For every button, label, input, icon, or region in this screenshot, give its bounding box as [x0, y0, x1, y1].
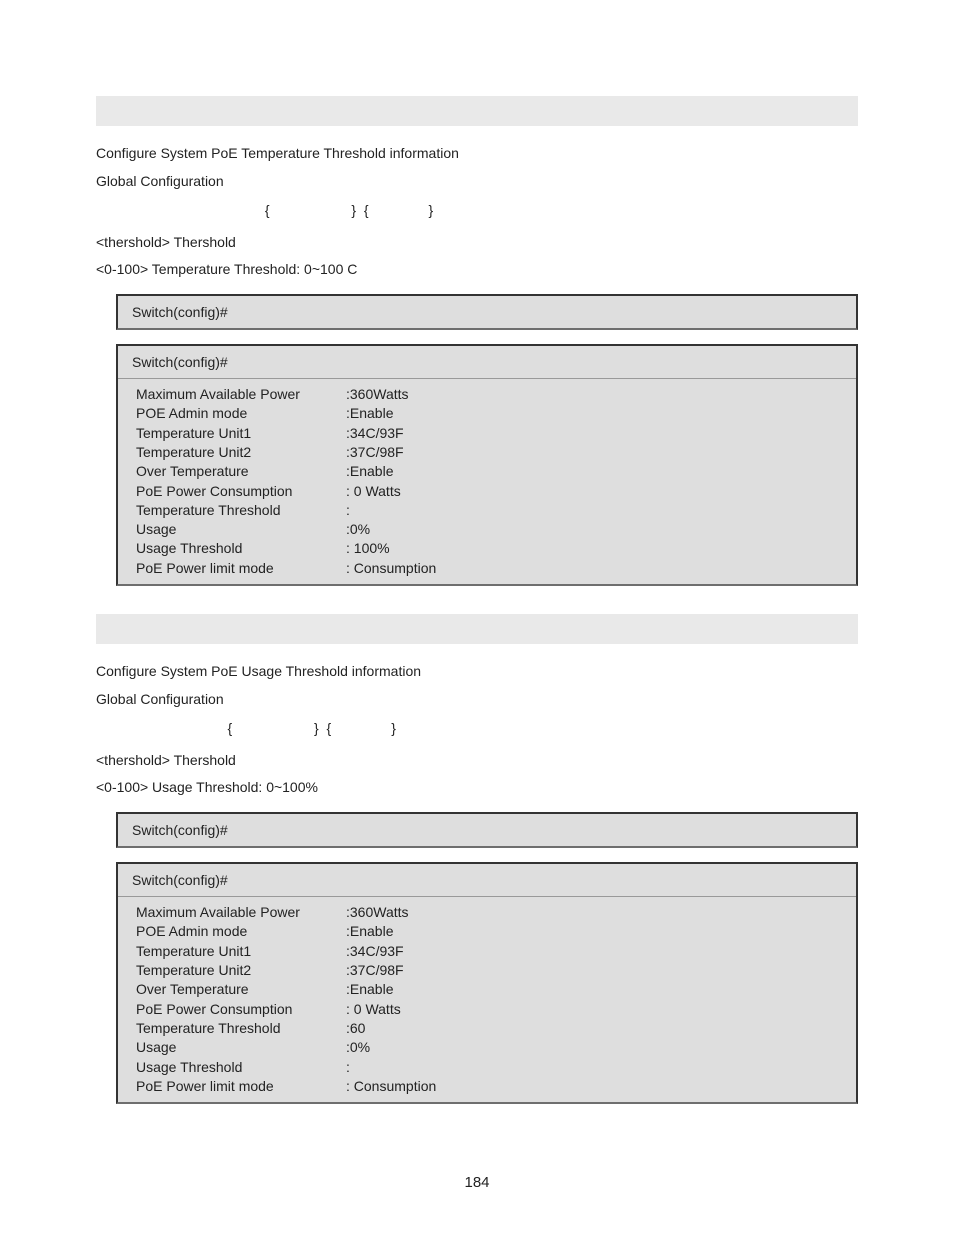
terminal-prompt: Switch(config)# show poe system status [118, 346, 856, 379]
section-description: Configure System PoE Temperature Thresho… [96, 144, 858, 164]
argument-line: <thershold> Thershold [96, 751, 858, 771]
section-banner [96, 96, 858, 126]
terminal-prompt: Switch(config)# poe usage-threshold 60 [118, 814, 856, 846]
section-banner [96, 614, 858, 644]
syntax-line: poe temperature-threshold { <thershold> … [96, 201, 858, 221]
output-row: Temperature Threshold: [136, 501, 838, 520]
terminal-output: Maximum Available Power:360Watts POE Adm… [118, 897, 856, 1102]
terminal-prompt: Switch(config)# poe temperature-threshol… [118, 296, 856, 328]
output-row: Usage:0% [136, 520, 838, 539]
output-row: Usage Threshold: 100% [136, 539, 838, 558]
output-row: Temperature Threshold:60 [136, 1019, 838, 1038]
output-row: PoE Power limit mode: Consumption [136, 559, 838, 578]
terminal-command-box: Switch(config)# poe temperature-threshol… [116, 294, 858, 330]
terminal-output-box: Switch(config)# show poe system status M… [116, 344, 858, 586]
output-row: Usage:0% [136, 1038, 838, 1057]
output-row: POE Admin mode:Enable [136, 922, 838, 941]
output-row: Over Temperature:Enable [136, 462, 838, 481]
page-content: Configure System PoE Temperature Thresho… [0, 0, 954, 1231]
section-mode: Global Configuration [96, 690, 858, 710]
output-row: PoE Power Consumption: 0 Watts [136, 1000, 838, 1019]
argument-line: <0-100> Temperature Threshold: 0~100 C [96, 260, 858, 280]
page-number: 184 [96, 1174, 858, 1191]
argument-line: <0-100> Usage Threshold: 0~100% [96, 778, 858, 798]
syntax-line: poe usage-threshold { <thershold> } { <0… [96, 719, 858, 739]
section-description: Configure System PoE Usage Threshold inf… [96, 662, 858, 682]
terminal-output: Maximum Available Power:360Watts POE Adm… [118, 379, 856, 584]
output-row: Usage Threshold: [136, 1058, 838, 1077]
output-row: PoE Power limit mode: Consumption [136, 1077, 838, 1096]
section-mode: Global Configuration [96, 172, 858, 192]
output-row: Temperature Unit2:37C/98F [136, 443, 838, 462]
output-row: PoE Power Consumption: 0 Watts [136, 482, 838, 501]
terminal-output-box: Switch(config)# show poe system status M… [116, 862, 858, 1104]
output-row: Temperature Unit1:34C/93F [136, 424, 838, 443]
output-row: Maximum Available Power:360Watts [136, 385, 838, 404]
argument-line: <thershold> Thershold [96, 233, 858, 253]
terminal-command-box: Switch(config)# poe usage-threshold 60 [116, 812, 858, 848]
output-row: Temperature Unit2:37C/98F [136, 961, 838, 980]
output-row: POE Admin mode:Enable [136, 404, 838, 423]
output-row: Maximum Available Power:360Watts [136, 903, 838, 922]
output-row: Temperature Unit1:34C/93F [136, 942, 838, 961]
terminal-prompt: Switch(config)# show poe system status [118, 864, 856, 897]
output-row: Over Temperature:Enable [136, 980, 838, 999]
